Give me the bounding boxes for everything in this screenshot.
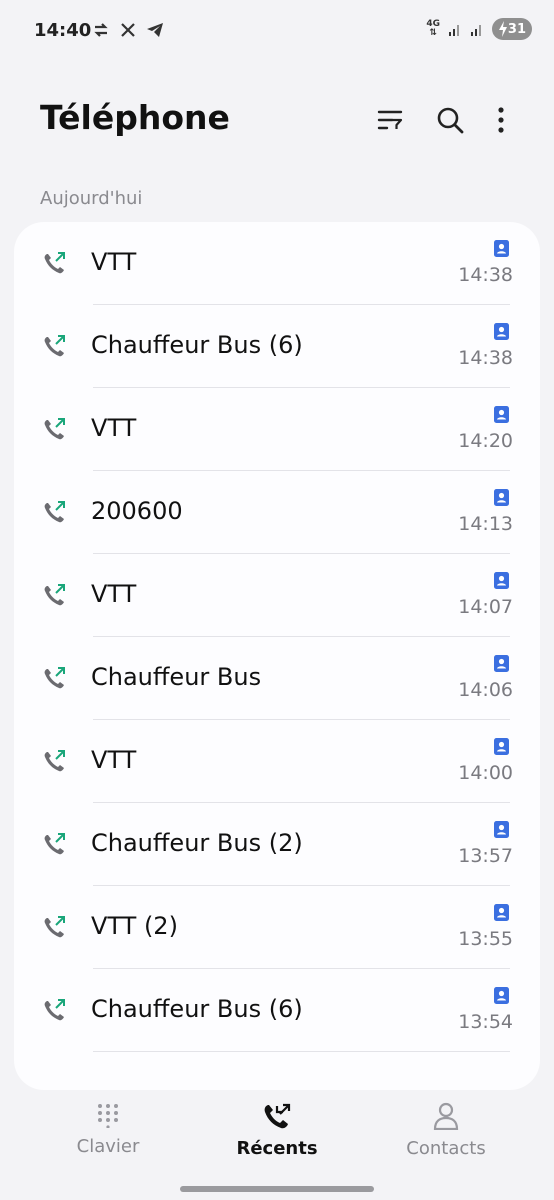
call-time: 14:38: [458, 347, 513, 369]
notification-icons: [92, 21, 164, 39]
outgoing-call-icon: [44, 999, 65, 1021]
status-time: 14:40: [34, 20, 92, 41]
contact-card-icon[interactable]: [494, 323, 509, 340]
outgoing-call-icon: [44, 501, 65, 523]
call-time: 14:07: [458, 596, 513, 618]
caller-name: VTT: [91, 414, 137, 442]
outgoing-call-icon: [44, 584, 65, 606]
outgoing-call-icon: [44, 833, 65, 855]
search-icon: [437, 107, 464, 134]
signal-icon-2: [471, 25, 481, 36]
call-time: 14:00: [458, 762, 513, 784]
bottom-navigation: Clavier Récents Contacts: [0, 1092, 554, 1200]
gesture-bar: [180, 1186, 374, 1192]
recent-calls-icon: [264, 1103, 291, 1129]
call-row[interactable]: VTT 14:00: [14, 720, 540, 803]
contact-card-icon[interactable]: [494, 240, 509, 257]
caller-name: Chauffeur Bus (6): [91, 331, 303, 359]
call-time: 13:57: [458, 845, 513, 867]
outgoing-call-icon: [44, 750, 65, 772]
caller-name: Chauffeur Bus: [91, 663, 262, 691]
call-time: 13:55: [458, 928, 513, 950]
caller-name: VTT: [91, 746, 137, 774]
nav-label-clavier: Clavier: [76, 1136, 140, 1157]
contact-card-icon[interactable]: [494, 738, 509, 755]
sync-icon: [94, 23, 108, 37]
contact-card-icon[interactable]: [494, 655, 509, 672]
call-row[interactable]: Chauffeur Bus (6) 14:38: [14, 305, 540, 388]
row-divider: [93, 1051, 510, 1052]
nav-label-recents: Récents: [236, 1138, 318, 1159]
contact-card-icon[interactable]: [494, 904, 509, 921]
call-row[interactable]: VTT (2) 13:55: [14, 886, 540, 969]
filter-icon: [377, 110, 403, 130]
caller-name: Chauffeur Bus (6): [91, 995, 303, 1023]
page-title: Téléphone: [40, 98, 230, 137]
call-row[interactable]: Chauffeur Bus 14:06: [14, 637, 540, 720]
dialpad-icon: [98, 1104, 118, 1129]
caller-name: VTT (2): [91, 912, 178, 940]
search-button[interactable]: [430, 100, 470, 140]
status-bar: 14:40 4G ⇅ 31: [0, 0, 554, 62]
more-options-button[interactable]: [481, 100, 521, 140]
nav-label-contacts: Contacts: [406, 1138, 486, 1159]
contacts-icon: [433, 1102, 459, 1131]
filter-button[interactable]: [370, 100, 410, 140]
call-row[interactable]: VTT 14:20: [14, 388, 540, 471]
call-row[interactable]: 200600 14:13: [14, 471, 540, 554]
call-row[interactable]: Chauffeur Bus (2) 13:57: [14, 803, 540, 886]
call-time: 13:54: [458, 1011, 513, 1033]
caller-name: 200600: [91, 497, 183, 525]
outgoing-call-icon: [44, 252, 65, 274]
more-icon: [498, 107, 504, 133]
outgoing-call-icon: [44, 667, 65, 689]
call-time: 14:38: [458, 264, 513, 286]
call-time: 14:20: [458, 430, 513, 452]
charging-icon: [499, 21, 507, 37]
contact-card-icon[interactable]: [494, 406, 509, 423]
outgoing-call-icon: [44, 916, 65, 938]
outgoing-call-icon: [44, 418, 65, 440]
call-time: 14:06: [458, 679, 513, 701]
contact-card-icon[interactable]: [494, 572, 509, 589]
outgoing-call-icon: [44, 335, 65, 357]
contact-card-icon[interactable]: [494, 987, 509, 1004]
contact-card-icon[interactable]: [494, 489, 509, 506]
battery-indicator: 31: [492, 18, 532, 40]
caller-name: VTT: [91, 248, 137, 276]
signal-icon: [449, 25, 459, 36]
section-label-today: Aujourd'hui: [40, 188, 143, 209]
recent-calls-list: VTT 14:38 Chauffeur Bus (6) 14:38 VTT 14:20 20…: [14, 222, 540, 1090]
network-indicator: 4G ⇅: [426, 19, 440, 38]
call-time: 14:13: [458, 513, 513, 535]
caller-name: Chauffeur Bus (2): [91, 829, 303, 857]
x-logo-icon: [121, 23, 135, 37]
nav-recents[interactable]: Récents: [197, 1102, 357, 1159]
call-row[interactable]: VTT 14:07: [14, 554, 540, 637]
call-row[interactable]: VTT 14:38: [14, 222, 540, 305]
caller-name: VTT: [91, 580, 137, 608]
nav-contacts[interactable]: Contacts: [366, 1102, 526, 1159]
telegram-icon: [147, 23, 163, 37]
call-row[interactable]: Chauffeur Bus (6) 13:54: [14, 969, 540, 1052]
contact-card-icon[interactable]: [494, 821, 509, 838]
nav-clavier[interactable]: Clavier: [28, 1102, 188, 1157]
